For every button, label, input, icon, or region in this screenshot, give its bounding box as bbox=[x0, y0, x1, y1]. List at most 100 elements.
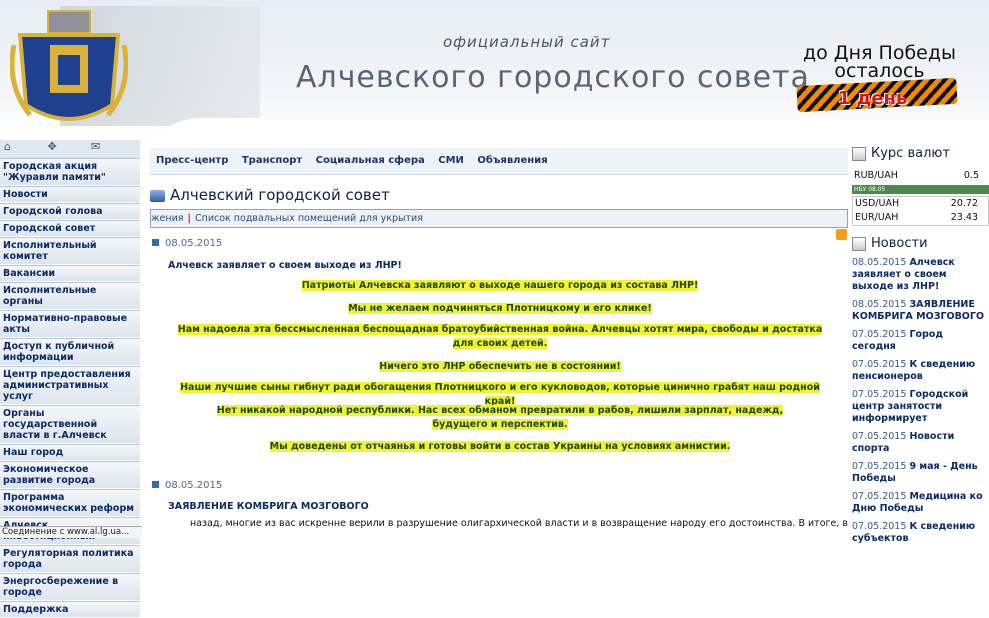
news-date: 08.05.2015 bbox=[852, 257, 907, 268]
sidebar-item[interactable]: Исполнительные органы bbox=[0, 282, 140, 310]
top-tabs: Пресс-центр Транспорт Социальная сфера С… bbox=[150, 148, 848, 175]
highlight-line: Мы не желаем подчиняться Плотницкому и е… bbox=[180, 302, 820, 316]
sidebar-menu: Городская акция "Журавли памяти" Новости Г… bbox=[0, 158, 140, 618]
article-date: 08.05.2015 bbox=[152, 480, 222, 491]
highlight-line: Патриоты Алчевска заявляют о выходе наше… bbox=[180, 279, 820, 293]
news-date: 07.05.2015 bbox=[852, 389, 907, 400]
sidebar-item[interactable]: Регуляторная политика города bbox=[0, 545, 140, 573]
news-item[interactable]: 07.05.2015 9 мая - День Победы bbox=[852, 461, 989, 485]
article-bullet-icon bbox=[152, 481, 159, 488]
browser-status-bar: Соединение с www.al.lg.ua... bbox=[0, 526, 142, 538]
article-title[interactable]: ЗАЯВЛЕНИЕ КОМБРИГА МОЗГОВОГО bbox=[168, 501, 369, 512]
news-date: 08.05.2015 bbox=[852, 299, 907, 310]
breadcrumb-separator: | bbox=[187, 213, 191, 224]
highlight-text: Нам надоела эта бессмысленная беспощадна… bbox=[177, 324, 823, 349]
nbu-badge: НБУ 08.05 bbox=[852, 185, 989, 194]
sidebar-item[interactable]: Центр предоставления административных ус… bbox=[0, 366, 140, 405]
news-date: 07.05.2015 bbox=[852, 329, 907, 340]
news-date: 07.05.2015 bbox=[852, 491, 907, 502]
sidebar-item[interactable]: Исполнительный комитет bbox=[0, 237, 140, 265]
main-content: Пресс-центр Транспорт Социальная сфера С… bbox=[150, 148, 848, 537]
news-list: 08.05.2015 Алчевск заявляет о своем выхо… bbox=[852, 257, 989, 545]
sidebar-item[interactable]: Органы государственной власти в г.Алчевс… bbox=[0, 405, 140, 444]
tab-social[interactable]: Социальная сфера bbox=[310, 148, 429, 166]
news-item[interactable]: 07.05.2015 Новости спорта bbox=[852, 431, 989, 455]
home-icon[interactable]: ⌂ bbox=[4, 140, 44, 153]
tab-announcements[interactable]: Объявления bbox=[471, 148, 551, 166]
rate-value: 0.5 bbox=[963, 170, 979, 181]
article-date: 08.05.2015 bbox=[152, 238, 222, 249]
site-title: Алчевского городского совета bbox=[296, 60, 810, 95]
news-item[interactable]: 07.05.2015 К сведению субъектов bbox=[852, 521, 989, 545]
news-title: Новости bbox=[871, 236, 928, 251]
sidebar-item[interactable]: Нормативно-правовые акты bbox=[0, 310, 140, 338]
sidebar-item[interactable]: Экономическое развитие города bbox=[0, 461, 140, 489]
sidebar-item[interactable]: Новости bbox=[0, 186, 140, 203]
page-title-text: Алчевский городской совет bbox=[170, 186, 390, 204]
page-title-icon bbox=[150, 189, 165, 202]
sidebar-item[interactable]: Энергосбережение в городе bbox=[0, 573, 140, 601]
rate-row-eur: EUR/UAH 23.43 bbox=[853, 211, 988, 225]
breadcrumb-link-left[interactable]: жения bbox=[151, 213, 184, 224]
highlight-line: Нам надоела эта бессмысленная беспощадна… bbox=[170, 323, 830, 351]
sidebar-item[interactable]: Вакансии bbox=[0, 265, 140, 282]
sidebar-item[interactable]: Доступ к публичной информации bbox=[0, 338, 140, 366]
news-item[interactable]: 07.05.2015 Медицина ко Дню Победы bbox=[852, 491, 989, 515]
sitemap-icon[interactable]: ✥ bbox=[48, 140, 88, 153]
victory-countdown-caption: до Дня Победы осталось bbox=[802, 44, 957, 82]
currency-rates-header: Курс валют bbox=[852, 146, 989, 161]
highlight-text: Ничего это ЛНР обеспечить не в состоянии… bbox=[379, 361, 621, 372]
sidebar-item[interactable]: Наш город bbox=[0, 444, 140, 461]
city-coat-of-arms-logo[interactable] bbox=[10, 5, 128, 133]
highlight-text: Мы доведены от отчаянья и готовы войти в… bbox=[269, 441, 731, 452]
header-curve-decoration bbox=[140, 118, 989, 140]
sidebar-item[interactable]: Поддержка bbox=[0, 601, 140, 618]
article-title[interactable]: Алчевск заявляет о своем выходе из ЛНР! bbox=[168, 260, 402, 271]
article-body-text: назад, многие из вас искренне верили в р… bbox=[190, 518, 848, 529]
tab-transport[interactable]: Транспорт bbox=[236, 148, 306, 166]
article-date-text: 08.05.2015 bbox=[165, 480, 223, 491]
news-date: 07.05.2015 bbox=[852, 359, 907, 370]
highlight-line: Ничего это ЛНР обеспечить не в состоянии… bbox=[180, 360, 820, 374]
nbu-rates-box: USD/UAH 20.72 EUR/UAH 23.43 bbox=[852, 196, 989, 226]
rate-row-usd: USD/UAH 20.72 bbox=[853, 197, 988, 211]
article-bullet-icon bbox=[152, 239, 159, 246]
highlight-line: Нет никакой народной республики. Нас все… bbox=[190, 404, 810, 432]
victory-line-2: осталось bbox=[834, 60, 925, 82]
breadcrumb-bar: жения | Список подвальных помещений для ук… bbox=[150, 209, 848, 228]
article-date-text: 08.05.2015 bbox=[165, 238, 223, 249]
sidebar-item[interactable]: Городская акция "Журавли памяти" bbox=[0, 158, 140, 186]
news-date: 07.05.2015 bbox=[852, 431, 907, 442]
news-item[interactable]: 07.05.2015 К сведению пенсионеров bbox=[852, 359, 989, 383]
sidebar-item[interactable]: Программа экономических реформ bbox=[0, 489, 140, 517]
news-item[interactable]: 08.05.2015 ЗАЯВЛЕНИЕ КОМБРИГА МОЗГОВОГО bbox=[852, 299, 989, 323]
highlight-text: Нет никакой народной республики. Нас все… bbox=[216, 405, 784, 430]
official-site-caption: официальный сайт bbox=[443, 33, 611, 51]
news-item[interactable]: 08.05.2015 Алчевск заявляет о своем выхо… bbox=[852, 257, 989, 293]
currency-rates: RUB/UAH 0.5 НБУ 08.05 USD/UAH 20.72 EUR/UA… bbox=[852, 169, 989, 226]
rates-icon bbox=[852, 146, 866, 161]
sidebar-item[interactable]: Городской голова bbox=[0, 203, 140, 220]
news-icon bbox=[852, 236, 866, 251]
rate-label: RUB/UAH bbox=[854, 170, 898, 181]
rss-icon[interactable] bbox=[836, 229, 847, 240]
news-item[interactable]: 07.05.2015 Город сегодня bbox=[852, 329, 989, 353]
rate-row-rub: RUB/UAH 0.5 bbox=[852, 169, 989, 183]
sidebar-nav: ⌂ ✥ ✉ Городская акция "Журавли памяти" Но… bbox=[0, 140, 140, 618]
tab-media[interactable]: СМИ bbox=[432, 148, 468, 166]
page-title: Алчевский городской совет bbox=[150, 186, 390, 204]
mail-icon[interactable]: ✉ bbox=[91, 140, 131, 153]
highlight-text: Мы не желаем подчиняться Плотницкому и е… bbox=[348, 303, 652, 314]
news-item[interactable]: 07.05.2015 Городской центр занятости инф… bbox=[852, 389, 989, 425]
site-header: официальный сайт Алчевского городского с… bbox=[0, 0, 989, 140]
right-sidebar: Курс валют RUB/UAH 0.5 НБУ 08.05 USD/UAH 2… bbox=[852, 140, 989, 544]
sidebar-quick-icons: ⌂ ✥ ✉ bbox=[0, 140, 140, 158]
rate-value: 20.72 bbox=[950, 198, 978, 209]
tab-press-center[interactable]: Пресс-центр bbox=[150, 148, 232, 166]
news-date: 07.05.2015 bbox=[852, 461, 907, 472]
sidebar-item[interactable]: Городской совет bbox=[0, 220, 140, 237]
rate-label: USD/UAH bbox=[855, 198, 900, 209]
breadcrumb-link-shelters[interactable]: Список подвальных помещений для укрытия bbox=[195, 213, 423, 224]
rates-title: Курс валют bbox=[871, 146, 950, 161]
rate-value: 23.43 bbox=[950, 212, 978, 223]
